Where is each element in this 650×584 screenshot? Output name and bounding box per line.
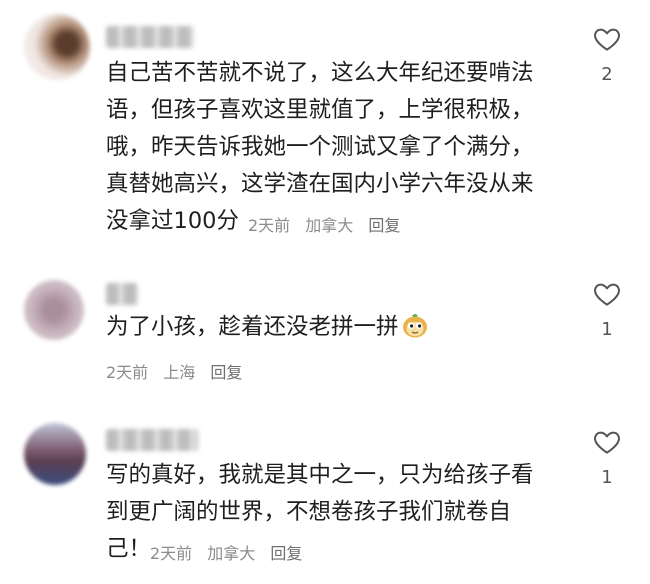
comment-text-line: 己！ <box>106 536 152 562</box>
comment-meta: 2天前 上海 回复 <box>106 359 252 383</box>
comment-text-line: 哦，昨天告诉我她一个测试又拿了个满分， <box>106 134 534 160</box>
heart-outline-icon <box>594 431 620 454</box>
comment-text-line: 没拿过100分 <box>106 208 239 234</box>
reply-button[interactable]: 回复 <box>270 544 302 563</box>
comment-location: 加拿大 <box>207 544 256 563</box>
avatar[interactable] <box>24 423 86 485</box>
comment-text-line: 语，但孩子喜欢这里就值了，上学很积极， <box>106 97 534 123</box>
reply-button[interactable]: 回复 <box>210 363 242 382</box>
comment-meta: 2天前 加拿大 回复 <box>150 540 312 564</box>
like-button[interactable] <box>592 279 622 309</box>
comment-text-line: 写的真好，我就是其中之一，只为给孩子看 <box>106 462 534 488</box>
heart-outline-icon <box>594 28 620 51</box>
comment-text-line: 为了小孩，趁着还没老拼一拼 <box>106 309 429 346</box>
comment-text-line: 自己苦不苦就不说了，这么大年纪还要啃法 <box>106 60 534 86</box>
avatar[interactable] <box>24 14 90 80</box>
comment-time: 2天前 <box>106 363 149 382</box>
comment-meta: 2天前 加拿大 回复 <box>248 212 410 236</box>
comment-location: 上海 <box>163 363 196 382</box>
heart-outline-icon <box>594 283 620 306</box>
like-count: 2 <box>601 64 613 85</box>
reply-button[interactable]: 回复 <box>368 216 400 235</box>
like-count: 1 <box>601 467 613 488</box>
like-button[interactable] <box>592 24 622 54</box>
user-name[interactable] <box>106 283 138 305</box>
comment-2: 为了小孩，趁着还没老拼一拼 2天前 上海 回复 1 <box>0 265 650 415</box>
like-count: 1 <box>601 319 613 340</box>
user-name[interactable] <box>106 26 194 48</box>
comment-time: 2天前 <box>248 216 291 235</box>
comment-text-line: 到更广阔的世界，不想卷孩子我们就卷自 <box>106 499 512 525</box>
like-button[interactable] <box>592 427 622 457</box>
comment-text-span: 为了小孩，趁着还没老拼一拼 <box>106 314 399 340</box>
comment-location: 加拿大 <box>305 216 354 235</box>
comment-time: 2天前 <box>150 544 193 563</box>
user-name[interactable] <box>106 429 198 451</box>
comment-text-line: 真替她高兴，这学渣在国内小学六年没从来 <box>106 171 534 197</box>
avatar[interactable] <box>24 280 84 340</box>
comment-1: 自己苦不苦就不说了，这么大年纪还要啃法 语，但孩子喜欢这里就值了，上学很积极， … <box>0 0 650 265</box>
monkey-sticker-icon <box>402 314 427 338</box>
comment-3: 写的真好，我就是其中之一，只为给孩子看 到更广阔的世界，不想卷孩子我们就卷自 己… <box>0 415 650 584</box>
